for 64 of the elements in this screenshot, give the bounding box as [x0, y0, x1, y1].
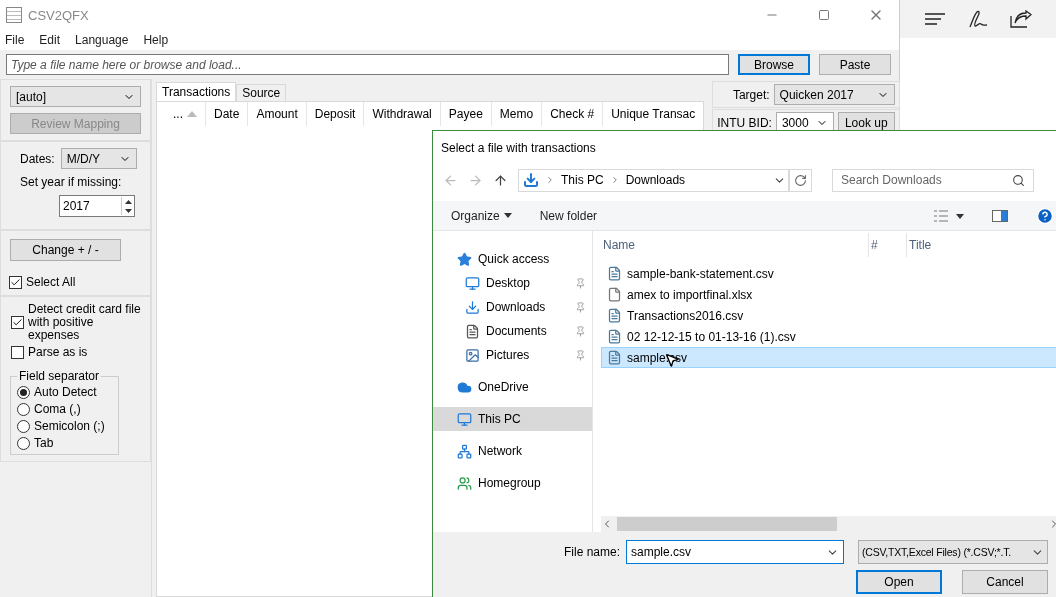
menu-item[interactable]: Help [143, 33, 169, 47]
nav-item[interactable]: Desktop [433, 271, 592, 295]
checkbox-label: Parse as is [28, 346, 89, 359]
file-row[interactable]: 02 12-12-15 to 01-13-16 (1).csv [601, 326, 1056, 347]
toolbar-button[interactable]: Browse [738, 54, 810, 75]
column-header[interactable]: Unique Transac [603, 102, 704, 126]
target-label: Target: [732, 87, 770, 102]
file-row[interactable]: amex to importfinal.xlsx [601, 284, 1056, 305]
dates-label: Dates: [20, 151, 55, 166]
file-row[interactable]: sample-bank-statement.csv [601, 263, 1056, 284]
breadcrumb-item[interactable]: Downloads [625, 173, 686, 187]
dialog-title: Select a file with transactions [440, 140, 596, 157]
column-header[interactable]: Amount [248, 102, 307, 126]
date-format-select[interactable]: M/D/Y [60, 148, 137, 169]
menu-item[interactable]: Edit [39, 33, 61, 47]
dialog-button[interactable]: Open [856, 570, 942, 594]
organize-button[interactable]: Organize [451, 208, 512, 223]
nav-item[interactable]: OneDrive [433, 375, 592, 399]
nav-item[interactable]: This PC [433, 407, 592, 431]
column-header[interactable]: Title [907, 233, 1027, 257]
nav-item[interactable]: Quick access [433, 247, 592, 271]
radio-label: Tab [34, 436, 54, 450]
breadcrumb-item[interactable]: This PC [561, 173, 604, 187]
checkbox-label: Select All [26, 275, 76, 289]
menu-item[interactable]: File [5, 33, 25, 47]
new-folder-button[interactable]: New folder [539, 208, 598, 223]
year-spinner[interactable]: 2017 [59, 195, 135, 217]
radio-label: Coma (,) [34, 402, 81, 416]
bid-label: INTU BID: [717, 115, 772, 130]
nav-item[interactable]: Documents [433, 319, 592, 343]
checkbox-label: Detect credit card file with positive expenses [28, 303, 141, 342]
file-type-select[interactable]: (CSV,TXT,Excel Files) (*.CSV;*.T. [858, 540, 1048, 564]
target-select[interactable]: Quicken 2017 [773, 84, 895, 105]
window-title: CSV2QFX [28, 7, 90, 23]
radio-label: Semicolon (;) [34, 419, 105, 433]
file-row[interactable]: Transactions2016.csv [601, 305, 1056, 326]
radio-label: Auto Detect [34, 385, 97, 399]
tab[interactable]: Source [236, 84, 287, 101]
nav-item[interactable]: Downloads [433, 295, 592, 319]
column-header[interactable]: Check # [542, 102, 604, 126]
column-header[interactable]: # [869, 233, 907, 257]
nav-item[interactable]: Homegroup [433, 471, 592, 495]
column-header[interactable]: Name [601, 233, 869, 257]
column-header[interactable]: ... [157, 102, 206, 126]
nav-item[interactable]: Network [433, 439, 592, 463]
search-field[interactable]: Search Downloads [832, 168, 1034, 192]
group-legend: Field separator [17, 369, 102, 383]
column-header[interactable]: Deposit [306, 102, 365, 126]
column-header[interactable]: Withdrawal [364, 102, 441, 126]
change-sign-button[interactable]: Change + / - [10, 239, 121, 261]
dialog-button[interactable]: Cancel [962, 570, 1048, 594]
file-name-field[interactable]: sample.csv [626, 540, 844, 564]
nav-item[interactable]: Pictures [433, 343, 592, 367]
file-name-label: File name: [563, 545, 620, 559]
address-bar[interactable]: This PC Downloads [518, 168, 790, 192]
column-header[interactable]: Memo [491, 102, 543, 126]
column-header[interactable]: Payee [440, 102, 492, 126]
year-label: Set year if missing: [19, 175, 123, 189]
toolbar-button[interactable]: Paste [819, 54, 891, 75]
tab[interactable]: Transactions [156, 82, 237, 101]
column-header[interactable]: Date [206, 102, 249, 126]
mapping-select[interactable]: [auto] [10, 86, 141, 107]
file-name-field[interactable]: Type a file name here or browse and load... [6, 54, 729, 75]
menu-item[interactable]: Language [75, 33, 129, 47]
